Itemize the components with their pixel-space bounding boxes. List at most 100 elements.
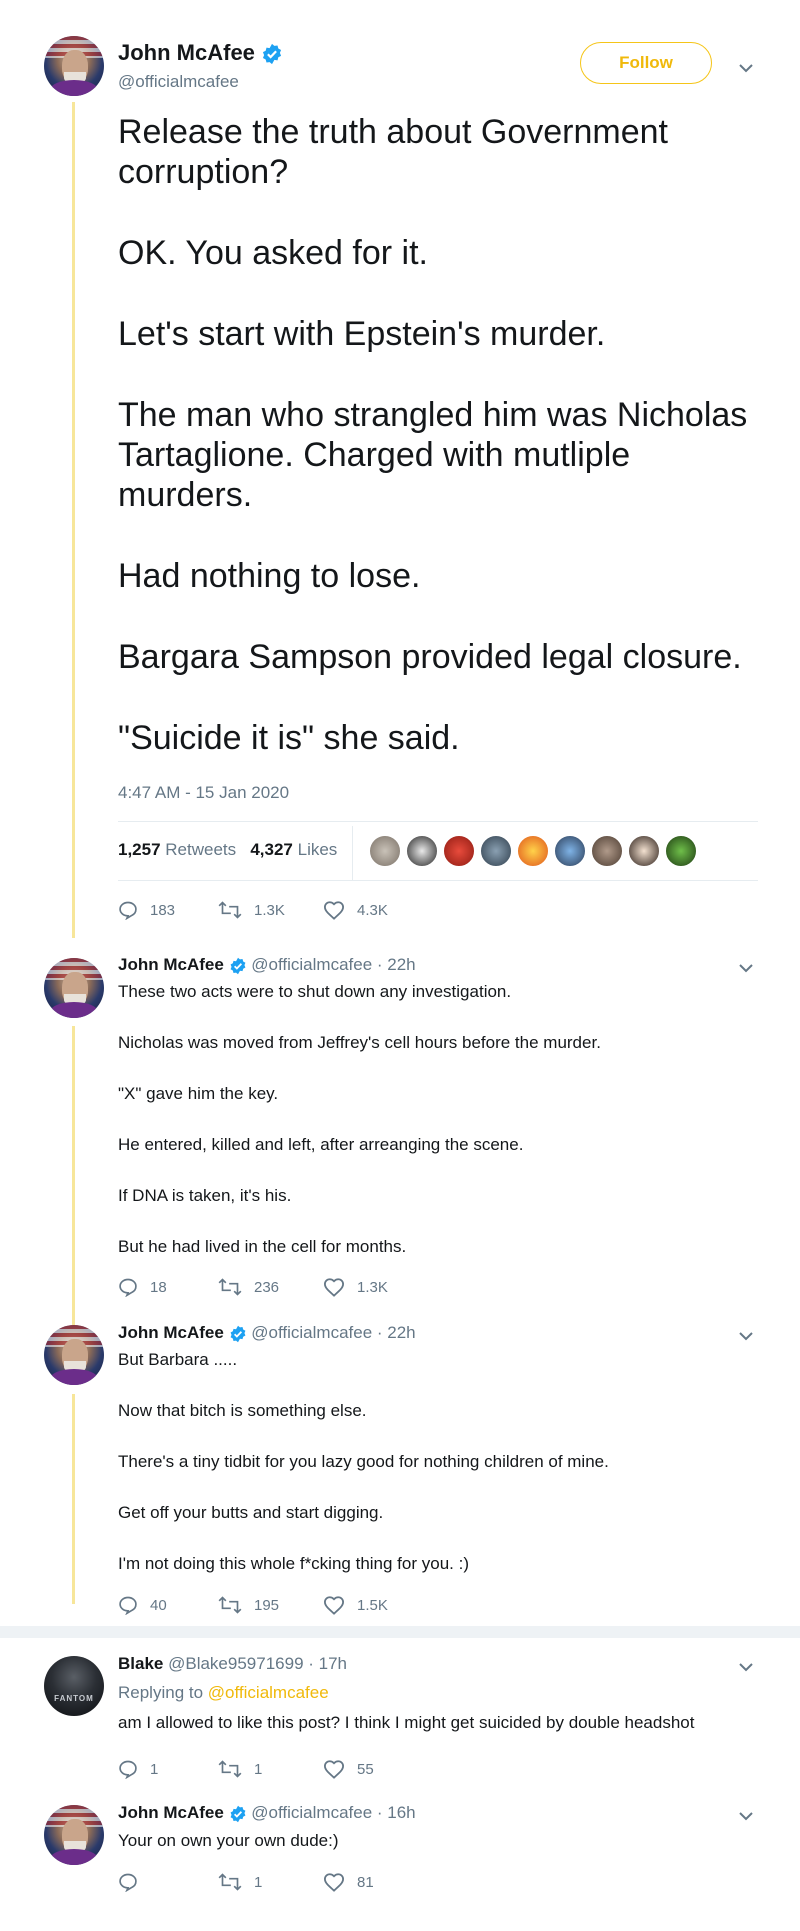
verified-icon (230, 1325, 245, 1342)
tweet-paragraph: Get off your butts and start digging. (118, 1503, 384, 1522)
chevron-down-icon[interactable] (738, 60, 754, 76)
retweet-icon (218, 901, 242, 919)
retweet-button[interactable]: 1.3K (218, 900, 323, 920)
author-handle[interactable]: @officialmcafee (118, 72, 239, 92)
reply-time[interactable]: · 22h (377, 955, 416, 974)
divider (118, 821, 758, 822)
like-button[interactable]: 1.5K (323, 1595, 388, 1615)
author-handle[interactable]: @officialmcafee (251, 1803, 372, 1822)
retweet-icon (218, 1278, 242, 1296)
divider (118, 880, 758, 881)
tweet-paragraph: But he had lived in the cell for months. (118, 1237, 407, 1256)
heart-icon (323, 1760, 345, 1779)
chevron-down-icon[interactable] (738, 1659, 754, 1675)
liker-avatar[interactable] (517, 835, 549, 867)
tweet-paragraph: These two acts were to shut down any inv… (118, 982, 512, 1001)
tweet-paragraph: Had nothing to lose. (118, 557, 421, 595)
author-name[interactable]: John McAfee (118, 1323, 224, 1342)
reply-button[interactable] (118, 1872, 218, 1892)
divider (352, 826, 353, 880)
thread-line (72, 1026, 75, 1334)
reply-time[interactable]: · 17h (308, 1654, 347, 1673)
tweet-paragraph: "X" gave him the key. (118, 1084, 279, 1103)
tweet-paragraph: Release the truth about Government corru… (118, 113, 668, 191)
tweet-text: But Barbara ..... Now that bitch is some… (118, 1349, 758, 1604)
tweet-text: Your on own your own dude:) (118, 1831, 339, 1850)
liker-avatar[interactable] (628, 835, 660, 867)
reply-icon (119, 1760, 137, 1779)
avatar[interactable] (44, 958, 104, 1018)
liker-avatar[interactable] (591, 835, 623, 867)
tweet-actions: 1 81 (118, 1872, 374, 1892)
heart-icon (323, 1873, 345, 1892)
like-button[interactable]: 1.3K (323, 1277, 388, 1297)
author-handle[interactable]: @officialmcafee (251, 1323, 372, 1342)
retweet-button[interactable]: 1 (218, 1872, 323, 1892)
reply-icon (119, 901, 137, 920)
author-handle[interactable]: @Blake95971699 (168, 1654, 303, 1673)
heart-icon (323, 1596, 345, 1615)
engagement-stats: 1,257 Retweets 4,327 Likes (118, 840, 337, 860)
reply-time[interactable]: · 16h (377, 1803, 416, 1822)
verified-icon (230, 957, 245, 974)
author-name[interactable]: Blake (118, 1654, 163, 1673)
tweet-paragraph: There's a tiny tidbit for you lazy good … (118, 1452, 609, 1471)
retweet-button[interactable]: 236 (218, 1277, 323, 1297)
chevron-down-icon[interactable] (738, 1328, 754, 1344)
avatar[interactable] (44, 36, 104, 96)
reply-header: John McAfee @officialmcafee · 16h (118, 1803, 416, 1823)
liker-avatar[interactable] (369, 835, 401, 867)
liker-avatar[interactable] (406, 835, 438, 867)
reply-time[interactable]: · 22h (377, 1323, 416, 1342)
avatar[interactable] (44, 1325, 104, 1385)
retweet-button[interactable]: 1 (218, 1759, 323, 1779)
author-handle[interactable]: @officialmcafee (251, 955, 372, 974)
replying-to-link[interactable]: @officialmcafee (208, 1683, 329, 1702)
chevron-down-icon[interactable] (738, 960, 754, 976)
follow-button[interactable]: Follow (580, 42, 712, 84)
tweet-paragraph: But Barbara ..... (118, 1350, 238, 1369)
thread-line (72, 102, 75, 938)
tweet-paragraph: I'm not doing this whole f*cking thing f… (118, 1554, 469, 1573)
avatar[interactable]: FANTOM (44, 1656, 104, 1716)
reply-button[interactable]: 40 (118, 1595, 218, 1615)
liker-avatar[interactable] (443, 835, 475, 867)
reply-header: John McAfee @officialmcafee · 22h (118, 955, 416, 975)
replying-to: Replying to @officialmcafee (118, 1683, 329, 1702)
tweet-paragraph: The man who strangled him was Nicholas T… (118, 396, 748, 514)
tweet-timestamp[interactable]: 4:47 AM - 15 Jan 2020 (118, 783, 289, 803)
liker-avatar[interactable] (480, 835, 512, 867)
author-name[interactable]: John McAfee (118, 955, 224, 974)
chevron-down-icon[interactable] (738, 1808, 754, 1824)
tweet-paragraph: If DNA is taken, it's his. (118, 1186, 292, 1205)
like-button[interactable]: 81 (323, 1872, 374, 1892)
retweets-stat[interactable]: 1,257 Retweets (118, 840, 236, 859)
conversation-separator (0, 1626, 800, 1638)
tweet-paragraph: OK. You asked for it. (118, 234, 428, 272)
reply-icon (119, 1596, 137, 1615)
tweet-paragraph: He entered, killed and left, after arrea… (118, 1135, 524, 1154)
tweet-text: Release the truth about Government corru… (118, 112, 758, 799)
author-name[interactable]: John McAfee (118, 40, 283, 66)
reply-button[interactable]: 183 (118, 900, 218, 920)
thread-line (72, 1394, 75, 1604)
reply-button[interactable]: 18 (118, 1277, 218, 1297)
reply-button[interactable]: 1 (118, 1759, 218, 1779)
tweet-paragraph: Now that bitch is something else. (118, 1401, 367, 1420)
liker-avatar[interactable] (665, 835, 697, 867)
reply-header: John McAfee @officialmcafee · 22h (118, 1323, 416, 1343)
retweet-icon (218, 1873, 242, 1891)
like-button[interactable]: 4.3K (323, 900, 388, 920)
retweet-button[interactable]: 195 (218, 1595, 323, 1615)
tweet-actions: 18 236 1.3K (118, 1277, 388, 1297)
reply-header: Blake @Blake95971699 · 17h (118, 1654, 347, 1674)
tweet-paragraph: Nicholas was moved from Jeffrey's cell h… (118, 1033, 601, 1052)
avatar[interactable] (44, 1805, 104, 1865)
likes-stat[interactable]: 4,327 Likes (250, 840, 337, 859)
author-name[interactable]: John McAfee (118, 1803, 224, 1822)
like-button[interactable]: 55 (323, 1759, 374, 1779)
retweet-icon (218, 1760, 242, 1778)
verified-icon (230, 1805, 245, 1822)
verified-icon (262, 44, 282, 65)
liker-avatar[interactable] (554, 835, 586, 867)
